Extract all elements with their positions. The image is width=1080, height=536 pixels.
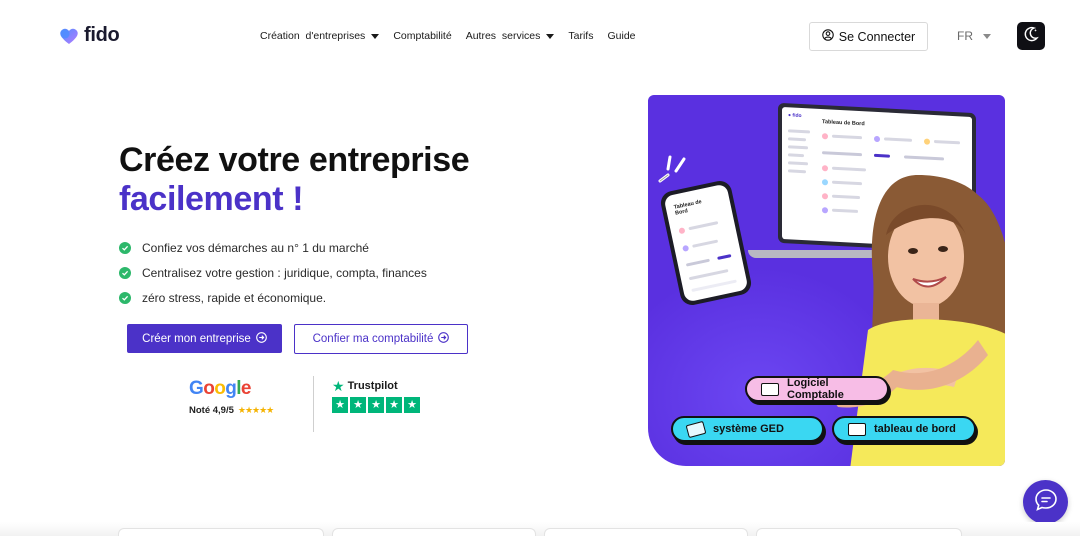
check-circle-icon xyxy=(119,241,131,254)
card-preview xyxy=(118,528,324,536)
feature-text: Centralisez votre gestion : juridique, c… xyxy=(142,265,427,280)
nav-item-label: Guide xyxy=(607,30,636,42)
feature-text: Confiez vos démarches au n° 1 du marché xyxy=(142,240,369,255)
badge-label: Logiciel Comptable xyxy=(787,377,844,401)
nav-item-tarifs[interactable]: Tarifs xyxy=(568,30,593,42)
login-label: Se Connecter xyxy=(838,29,916,44)
card-preview xyxy=(544,528,748,536)
language-selector[interactable]: FR xyxy=(957,29,991,43)
hero-title: Créez votre entreprise facilement ! xyxy=(119,141,470,219)
heart-logo-icon xyxy=(58,25,80,47)
caret-down-icon xyxy=(546,33,555,39)
phone-dashboard-title: Tableau de Bord xyxy=(673,199,703,217)
hero-title-line1: Créez votre entreprise xyxy=(119,141,470,179)
hero-visual: ● fido Tableau de Bord Tableau de Bord L… xyxy=(648,95,1005,466)
sparkle-lines-icon xyxy=(658,155,686,183)
badge-label: système GED xyxy=(713,423,784,435)
google-rating[interactable]: Google Noté 4,9/5 ★★★★★ xyxy=(189,378,294,417)
badge-logiciel-comptable: Logiciel Comptable xyxy=(745,376,889,402)
star-icon: ★ xyxy=(386,397,402,413)
nav-item-comptabilite[interactable]: Comptabilité xyxy=(393,30,451,42)
trustpilot-stars: ★ ★ ★ ★ ★ xyxy=(332,397,420,413)
moon-icon xyxy=(1022,25,1040,48)
arrow-right-circle-icon xyxy=(255,331,267,346)
nav-item-label: Tarifs xyxy=(568,30,594,42)
entrust-accounting-label: Confier ma comptabilité xyxy=(312,333,434,345)
entrust-accounting-button[interactable]: Confier ma comptabilité xyxy=(294,324,468,354)
rating-divider xyxy=(313,376,314,432)
badge-tableau-de-bord: tableau de bord xyxy=(832,416,976,442)
five-stars-icon: ★★★★★ xyxy=(237,405,274,415)
chat-bubble-icon xyxy=(1033,487,1059,518)
site-header: fido Création d'entreprises Comptabilité… xyxy=(0,0,1080,72)
create-company-button[interactable]: Créer mon entreprise xyxy=(127,324,282,353)
nav-item-autres-services[interactable]: Autres services xyxy=(466,30,555,42)
theme-toggle-button[interactable] xyxy=(1017,22,1045,50)
nav-item-label: Autres services xyxy=(465,30,541,42)
nav-item-label: Comptabilité xyxy=(393,30,452,42)
arrow-right-circle-icon xyxy=(438,332,450,346)
star-icon: ★ xyxy=(368,397,384,413)
check-circle-icon xyxy=(119,291,131,304)
dashboard-card-icon xyxy=(848,422,866,436)
card-preview xyxy=(756,528,962,536)
hero-title-line2: facilement ! xyxy=(119,180,304,218)
badge-systeme-ged: système GED xyxy=(671,416,824,442)
nav-item-label: Création d'entreprises xyxy=(260,30,366,42)
document-stack-icon xyxy=(685,420,707,438)
dashboard-title: Tableau de Bord xyxy=(822,119,865,128)
list-item: Confiez vos démarches au n° 1 du marché xyxy=(119,235,427,260)
star-icon: ★ xyxy=(332,397,348,413)
trustpilot-star-icon: ★ xyxy=(332,378,345,394)
badge-label: tableau de bord xyxy=(874,423,956,435)
nav-item-creation[interactable]: Création d'entreprises xyxy=(260,30,380,42)
star-icon: ★ xyxy=(350,397,366,413)
feature-list: Confiez vos démarches au n° 1 du marché … xyxy=(119,235,427,310)
trustpilot-name: Trustpilot xyxy=(347,380,398,392)
user-circle-icon xyxy=(822,29,834,44)
language-label: FR xyxy=(957,29,973,43)
list-item: Centralisez votre gestion : juridique, c… xyxy=(119,260,427,285)
brand-name: fido xyxy=(84,24,120,46)
main-nav: Création d'entreprises Comptabilité Autr… xyxy=(260,30,650,42)
star-icon: ★ xyxy=(404,397,420,413)
list-item: zéro stress, rapide et économique. xyxy=(119,285,427,310)
login-button[interactable]: Se Connecter xyxy=(809,22,928,51)
feature-text: zéro stress, rapide et économique. xyxy=(142,290,327,305)
google-logo: Google xyxy=(189,378,251,399)
card-preview xyxy=(332,528,536,536)
nav-item-guide[interactable]: Guide xyxy=(607,30,635,42)
caret-down-icon xyxy=(983,33,991,39)
create-company-label: Créer mon entreprise xyxy=(142,332,251,345)
google-score-text: Noté 4,9/5 xyxy=(189,405,234,416)
caret-down-icon xyxy=(371,33,380,39)
chat-button[interactable] xyxy=(1023,480,1068,524)
brand-logo[interactable]: fido xyxy=(58,24,120,47)
check-circle-icon xyxy=(119,266,131,279)
laptop-icon xyxy=(761,382,779,396)
trustpilot-rating[interactable]: ★ Trustpilot ★ ★ ★ ★ ★ xyxy=(332,378,420,413)
